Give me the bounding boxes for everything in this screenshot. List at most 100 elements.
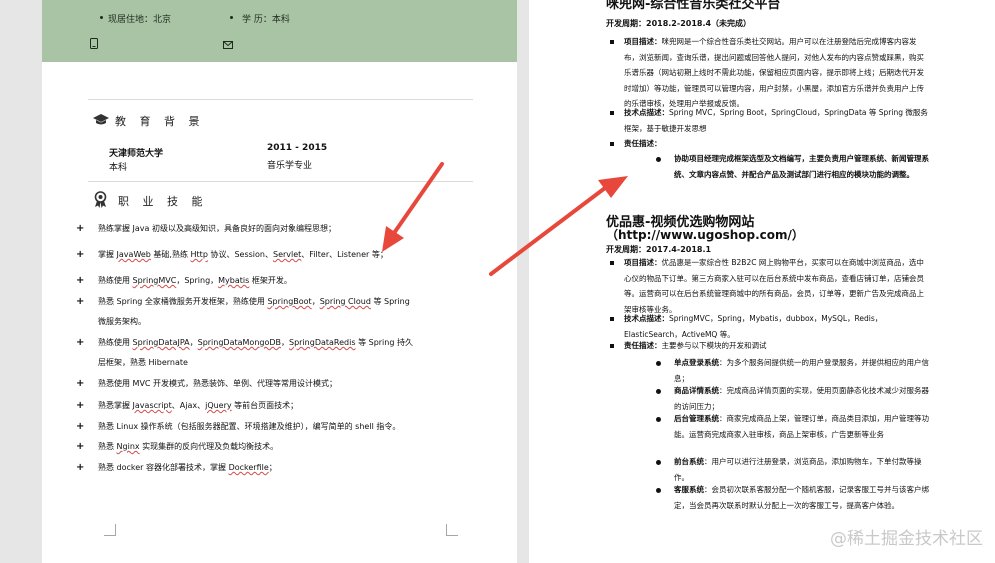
skill-text: 等前台页面技术； [231, 401, 299, 410]
left-gutter [0, 0, 42, 563]
module-label: 后台管理系统 [674, 414, 719, 423]
skill-keyword: Spring Cloud [319, 297, 371, 306]
skill-text: 熟悉 Spring 全家桶微服务开发框架，熟练使用 [98, 297, 268, 306]
skill-text: 熟练使用 [98, 338, 133, 347]
location-text: 现居住地：北京 [108, 15, 172, 25]
project1-responsibility: 协助项目经理完成框架选型及文档编写，主要负责用户管理系统、新闻管理系统、文章内容… [674, 154, 929, 179]
skill-item: + 熟悉 Linux 操作系统（包括服务器配置、环境搭建及维护），编写简单的 sh… [76, 417, 443, 437]
skill-keyword: JavaWeb [116, 250, 151, 259]
skill-keyword: Http [190, 250, 208, 259]
skill-keyword: Javascript [132, 401, 172, 410]
skill-item: + 熟悉使用 MVC 开发模式，熟悉装饰、单例、代理等常用设计模式； [76, 374, 443, 394]
page-gap [517, 0, 529, 563]
major: 音乐学专业 [267, 161, 313, 171]
module-item: 客服系统：会员初次联系客服分配一个随机客服，记录客服工号并与该客户绑定，当会员再… [674, 482, 929, 513]
skill-text: 熟悉 Linux 操作系统（包括服务器配置、环境搭建及维护），编写简单的 she… [98, 422, 401, 431]
skill-text: ，Spring， [176, 276, 219, 285]
skill-text: ， [281, 338, 290, 347]
page-corner-mark [446, 524, 458, 536]
bullet-square [610, 111, 614, 115]
plus-bullet-icon: + [76, 462, 85, 473]
project1-period: 开发周期：2018.2-2018.4（未完成） [606, 19, 752, 28]
skill-item: + 熟悉 docker 容器化部署技术，掌握 Dockerfile； [76, 458, 443, 478]
project1-resp-label: 责任描述： [624, 139, 662, 148]
bullet-dot [100, 16, 103, 19]
header-band: 现居住地：北京 学 历：本科 [42, 0, 517, 62]
skill-text: 基础,熟练 [150, 250, 191, 259]
module-label: 单点登录系统 [674, 358, 719, 367]
module-item: 后台管理系统：商家完成商品上架，管理订单，商品类目添加，用户管理等功能。运营商完… [674, 411, 929, 442]
plus-bullet-icon: + [76, 441, 85, 452]
skill-item: + 熟练使用 SpringMVC，Spring，Mybatis 框架开发。 [76, 271, 443, 291]
skill-text: 掌握 [98, 250, 117, 259]
skill-text: 熟练使用 [98, 276, 133, 285]
resume-page-right: 咪兜网-综合性音乐类社交平台 开发周期：2018.2-2018.4（未完成） 项… [529, 0, 995, 563]
skill-text: 熟悉掌握 [98, 401, 133, 410]
education-text: 学 历：本科 [242, 15, 290, 25]
bullet-dot [230, 16, 233, 19]
module-item: 商品详情系统：完成商品详情页面的实现，使用页面静态化技术减少对服务器的访问压力； [674, 383, 929, 414]
bullet-dot [656, 417, 661, 422]
skill-text: 、Ajax、 [171, 401, 206, 410]
skill-text: ， [189, 338, 198, 347]
skill-text: 实现集群的反向代理及负载均衡技术。 [139, 442, 279, 451]
module-item: 前台系统：用户可以进行注册登录，浏览商品，添加购物车，下单付款等操作。 [674, 454, 929, 485]
plus-bullet-icon: + [76, 421, 85, 432]
skill-keyword: SpringDataMongoDB [197, 338, 282, 347]
module-text: ：用户可以进行注册登录，浏览商品，添加购物车，下单付款等操作。 [674, 457, 922, 482]
skills-section-title: 职 业 技 能 [118, 195, 208, 208]
skill-keyword: Nginx [116, 442, 140, 451]
bullet-dot [656, 488, 661, 493]
skill-keyword: SpringBoot [267, 297, 312, 306]
bullet-square [610, 344, 614, 348]
skill-item: + 熟悉掌握 Javascript、Ajax、jQuery 等前台页面技术； [76, 396, 443, 416]
award-badge-icon [94, 191, 107, 208]
project1-description: 项目描述：咪兜网是一个综合性音乐类社交网站。用户可以在注册登陆后完成博客内容发布… [624, 37, 924, 108]
phone-icon [90, 38, 98, 49]
skill-text: 熟悉使用 MVC 开发模式，熟悉装饰、单例、代理等常用设计模式； [98, 379, 338, 388]
bullet-square [610, 142, 614, 146]
bullet-dot [656, 389, 661, 394]
skill-text: 熟悉 docker 容器化部署技术，掌握 [98, 463, 229, 472]
school-name: 天津师范大学 [109, 149, 164, 159]
skill-keyword: jQuery [205, 401, 232, 410]
skill-item: + 熟练使用 SpringDataJPA，SpringDataMongoDB，Sp… [76, 333, 443, 373]
document-viewport[interactable]: 现居住地：北京 学 历：本科 教 育 背 景 天津师范大学 2011 - 201… [0, 0, 995, 563]
skill-text: 框架开发。 [249, 276, 292, 285]
skill-keyword: SpringDataJPA [132, 338, 190, 347]
page-corner-mark [104, 524, 116, 536]
project1-tech: 技术点描述：Spring MVC，Spring Boot，SpringCloud… [624, 108, 928, 133]
module-label: 客服系统 [674, 485, 704, 494]
skill-text: ， [311, 297, 320, 306]
degree: 本科 [109, 163, 128, 173]
project1-title: 咪兜网-综合性音乐类社交平台 [606, 0, 781, 12]
mail-icon [223, 41, 233, 49]
education-section-title: 教 育 背 景 [115, 115, 205, 128]
skill-text: ； [268, 463, 277, 472]
plus-bullet-icon: + [76, 400, 85, 411]
bullet-dot [656, 157, 661, 162]
skill-text: 熟练掌握 Java 初级以及高级知识，具备良好的面向对象编程思想； [98, 224, 336, 233]
plus-bullet-icon: + [76, 378, 85, 389]
graduation-cap-icon [93, 114, 109, 125]
section-divider [88, 99, 473, 100]
plus-bullet-icon: + [76, 296, 85, 307]
skill-keyword: SpringMVC [132, 276, 177, 285]
skill-keyword: Dockerfile [228, 463, 269, 472]
bullet-square [610, 40, 614, 44]
skill-item: + 熟悉 Spring 全家桶微服务开发框架，熟练使用 SpringBoot，Sp… [76, 292, 443, 332]
module-text: ：会员初次联系客服分配一个随机客服，记录客服工号并与该客户绑定，当会员再次联系时… [674, 485, 929, 510]
skill-text: 协议、Session、 [207, 250, 273, 259]
module-item: 单点登录系统：为多个服务间提供统一的用户登录服务，并提供相应的用户信息； [674, 355, 929, 386]
plus-bullet-icon: + [76, 275, 85, 286]
skill-text: 熟悉 [98, 442, 117, 451]
bullet-dot [656, 361, 661, 366]
project2-resp: 责任描述：主要参与以下模块的开发和调试 [624, 341, 767, 350]
resume-page-left: 现居住地：北京 学 历：本科 教 育 背 景 天津师范大学 2011 - 201… [42, 0, 517, 563]
module-label: 商品详情系统 [674, 386, 719, 395]
plus-bullet-icon: + [76, 337, 85, 348]
project2-url[interactable]: （http://www.ugoshop.com/） [606, 226, 804, 243]
plus-bullet-icon: + [76, 249, 85, 260]
plus-bullet-icon: + [76, 223, 85, 234]
bullet-square [610, 317, 614, 321]
